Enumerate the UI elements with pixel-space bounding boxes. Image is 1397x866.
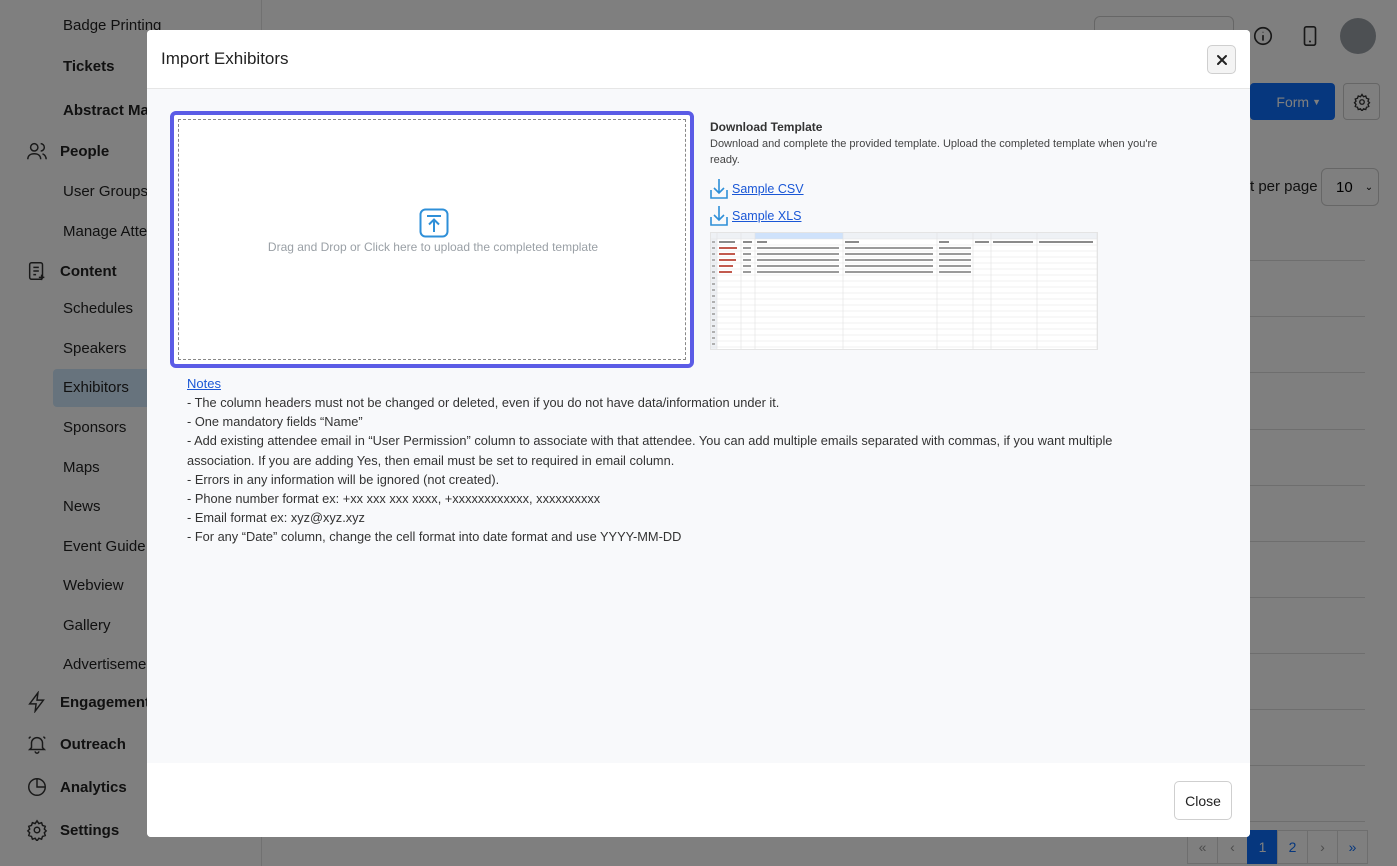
dropzone-text: Drag and Drop or Click here to upload th… <box>267 240 599 254</box>
close-icon <box>1216 54 1227 65</box>
spreadsheet-preview <box>711 233 1097 349</box>
close-button[interactable]: Close <box>1174 781 1232 820</box>
download-icon <box>710 179 728 199</box>
note-item: - Phone number format ex: +xx xxx xxx xx… <box>187 491 601 507</box>
template-preview-image <box>710 232 1098 350</box>
notes-list: - The column headers must not be changed… <box>187 393 1177 547</box>
close-icon-button[interactable] <box>1207 45 1236 74</box>
note-item: - One mandatory fields “Name” <box>187 414 363 430</box>
note-item: - Errors in any information will be igno… <box>187 471 500 487</box>
notes-link[interactable]: Notes <box>187 376 221 391</box>
modal-footer <box>147 763 1250 837</box>
download-template-title: Download Template <box>710 120 823 134</box>
note-item: - For any “Date” column, change the cell… <box>187 529 682 545</box>
note-item: - Add existing attendee email in “User P… <box>187 433 1113 468</box>
modal-title: Import Exhibitors <box>161 49 289 68</box>
note-item: - The column headers must not be changed… <box>187 395 780 410</box>
modal-header: Import Exhibitors <box>147 30 1250 89</box>
sample-csv-link[interactable]: Sample CSV <box>732 182 804 196</box>
download-icon <box>710 206 728 226</box>
upload-icon <box>419 208 449 238</box>
note-item: - Email format ex: xyz@xyz.xyz <box>187 510 365 526</box>
dropzone-dashed-area[interactable]: Drag and Drop or Click here to upload th… <box>178 119 686 360</box>
sample-xls-link[interactable]: Sample XLS <box>732 209 801 223</box>
download-template-description: Download and complete the provided templ… <box>710 138 1158 166</box>
sample-xls-link-row: Sample XLS <box>710 205 801 227</box>
upload-dropzone[interactable]: Drag and Drop or Click here to upload th… <box>170 111 694 368</box>
import-exhibitors-modal: Import Exhibitors Drag and Drop or Click… <box>147 30 1250 837</box>
sample-csv-link-row: Sample CSV <box>710 178 804 200</box>
